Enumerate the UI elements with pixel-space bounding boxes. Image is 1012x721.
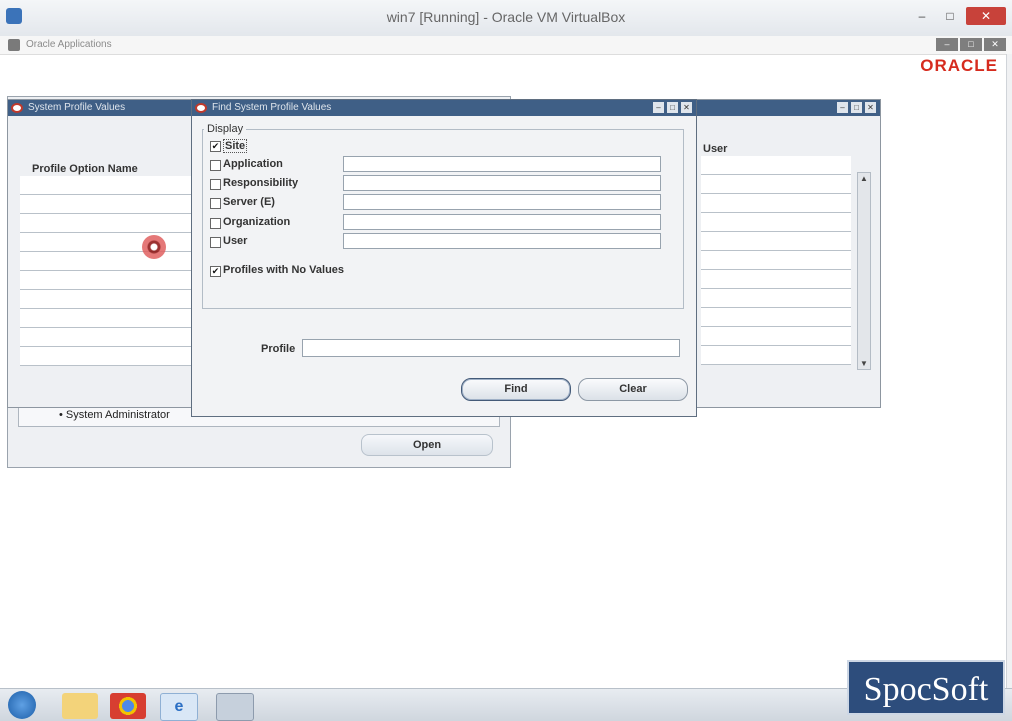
open-button[interactable]: Open xyxy=(361,434,493,456)
table-row[interactable] xyxy=(20,176,196,195)
app-window-bar: Oracle Applications – □ ✕ xyxy=(0,36,1012,55)
host-window-title: win7 [Running] - Oracle VM VirtualBox xyxy=(386,9,626,25)
table-row[interactable] xyxy=(701,194,851,213)
display-group-label: Display xyxy=(204,123,247,135)
user-checkbox[interactable] xyxy=(210,237,221,248)
table-row[interactable] xyxy=(20,271,196,290)
scroll-up-icon[interactable]: ▲ xyxy=(859,174,869,183)
internet-explorer-icon[interactable]: e xyxy=(160,693,198,721)
user-label: User xyxy=(223,235,248,247)
table-row[interactable] xyxy=(701,270,851,289)
chrome-icon[interactable] xyxy=(110,693,146,719)
column-header-user: User xyxy=(703,143,728,155)
profile-option-grid xyxy=(20,176,196,366)
app-minimize-button[interactable]: – xyxy=(936,38,958,51)
column-header-profile-option-name: Profile Option Name xyxy=(32,163,138,175)
find-dialog-controls: – □ ✕ xyxy=(653,102,692,113)
application-field[interactable] xyxy=(343,156,661,172)
table-row[interactable] xyxy=(20,214,196,233)
server-checkbox[interactable] xyxy=(210,198,221,209)
user-value-grid xyxy=(701,156,851,365)
find-dialog-title: Find System Profile Values xyxy=(212,102,332,113)
table-row[interactable] xyxy=(701,289,851,308)
table-row[interactable] xyxy=(20,309,196,328)
application-label: Application xyxy=(223,158,283,170)
responsibility-checkbox[interactable] xyxy=(210,179,221,190)
app-window-title: Oracle Applications xyxy=(26,39,112,50)
oracle-window-icon xyxy=(11,103,23,113)
site-checkbox[interactable]: ✔ xyxy=(210,141,221,152)
table-row[interactable] xyxy=(701,308,851,327)
table-row[interactable] xyxy=(20,290,196,309)
table-row[interactable] xyxy=(701,251,851,270)
clear-button[interactable]: Clear xyxy=(578,378,688,401)
right-window-edge xyxy=(1006,54,1012,688)
table-row[interactable] xyxy=(20,195,196,214)
table-row[interactable] xyxy=(701,346,851,365)
table-row[interactable] xyxy=(20,233,196,252)
profiles-no-values-checkbox[interactable]: ✔ xyxy=(210,266,221,277)
server-label: Server (E) xyxy=(223,196,275,208)
cursor-highlight-icon xyxy=(142,235,166,259)
minimize-button[interactable]: – xyxy=(910,7,934,25)
profiles-no-values-label: Profiles with No Values xyxy=(223,264,345,276)
spv-minimize-button[interactable]: – xyxy=(837,102,848,113)
vertical-scrollbar[interactable]: ▲ ▼ xyxy=(857,172,871,370)
server-field[interactable] xyxy=(343,194,661,210)
application-checkbox[interactable] xyxy=(210,160,221,171)
find-system-profile-values-dialog: Find System Profile Values – □ ✕ Display… xyxy=(191,99,697,417)
app-close-button[interactable]: ✕ xyxy=(984,38,1006,51)
user-field[interactable] xyxy=(343,233,661,249)
find-titlebar: Find System Profile Values – □ ✕ xyxy=(192,100,696,116)
spv-window-title: System Profile Values xyxy=(28,102,126,113)
maximize-button[interactable]: □ xyxy=(938,7,962,25)
table-row[interactable] xyxy=(701,156,851,175)
site-label: Site xyxy=(223,139,248,153)
host-titlebar: win7 [Running] - Oracle VM VirtualBox – … xyxy=(0,0,1012,37)
spv-window-controls: – □ ✕ xyxy=(837,102,876,113)
find-close-button[interactable]: ✕ xyxy=(681,102,692,113)
app-taskbar-icon[interactable] xyxy=(216,693,254,721)
scroll-down-icon[interactable]: ▼ xyxy=(859,359,869,368)
profile-field[interactable] xyxy=(302,339,680,357)
table-row[interactable] xyxy=(20,347,196,366)
responsibility-field[interactable] xyxy=(343,175,661,191)
table-row[interactable] xyxy=(701,232,851,251)
find-button[interactable]: Find xyxy=(461,378,571,401)
spv-close-button[interactable]: ✕ xyxy=(865,102,876,113)
table-row[interactable] xyxy=(20,328,196,347)
organization-field[interactable] xyxy=(343,214,661,230)
oracle-logo: ORACLE xyxy=(920,56,998,75)
oracle-window-icon xyxy=(195,103,207,113)
close-button[interactable]: ✕ xyxy=(966,7,1006,25)
table-row[interactable] xyxy=(701,327,851,346)
app-icon xyxy=(8,39,20,51)
app-window-controls: – □ ✕ xyxy=(936,38,1006,51)
file-explorer-icon[interactable] xyxy=(62,693,98,719)
app-maximize-button[interactable]: □ xyxy=(960,38,982,51)
table-row[interactable] xyxy=(701,213,851,232)
navigator-item[interactable]: • System Administrator xyxy=(59,409,170,421)
organization-label: Organization xyxy=(223,216,291,228)
spv-maximize-button[interactable]: □ xyxy=(851,102,862,113)
organization-checkbox[interactable] xyxy=(210,218,221,229)
find-minimize-button[interactable]: – xyxy=(653,102,664,113)
table-row[interactable] xyxy=(701,175,851,194)
responsibility-label: Responsibility xyxy=(223,177,299,189)
windows-start-icon[interactable] xyxy=(8,691,36,719)
profile-label: Profile xyxy=(261,343,296,355)
host-window-controls: – □ ✕ xyxy=(910,7,1006,25)
spocsoft-watermark: SpocSoft xyxy=(847,660,1005,715)
find-maximize-button[interactable]: □ xyxy=(667,102,678,113)
table-row[interactable] xyxy=(20,252,196,271)
